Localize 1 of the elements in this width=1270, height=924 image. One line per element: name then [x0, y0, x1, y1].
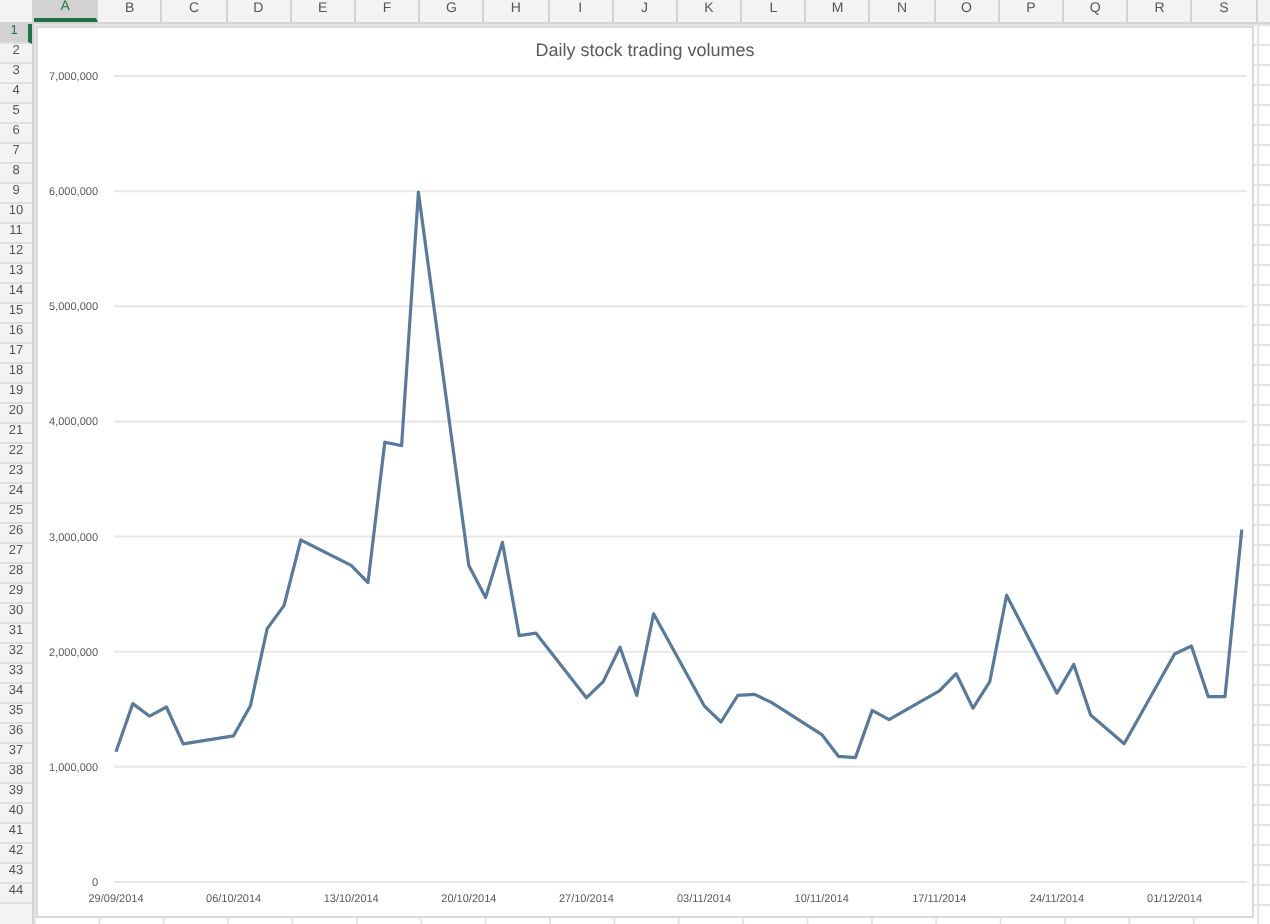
chart-title: Daily stock trading volumes — [533, 38, 757, 64]
